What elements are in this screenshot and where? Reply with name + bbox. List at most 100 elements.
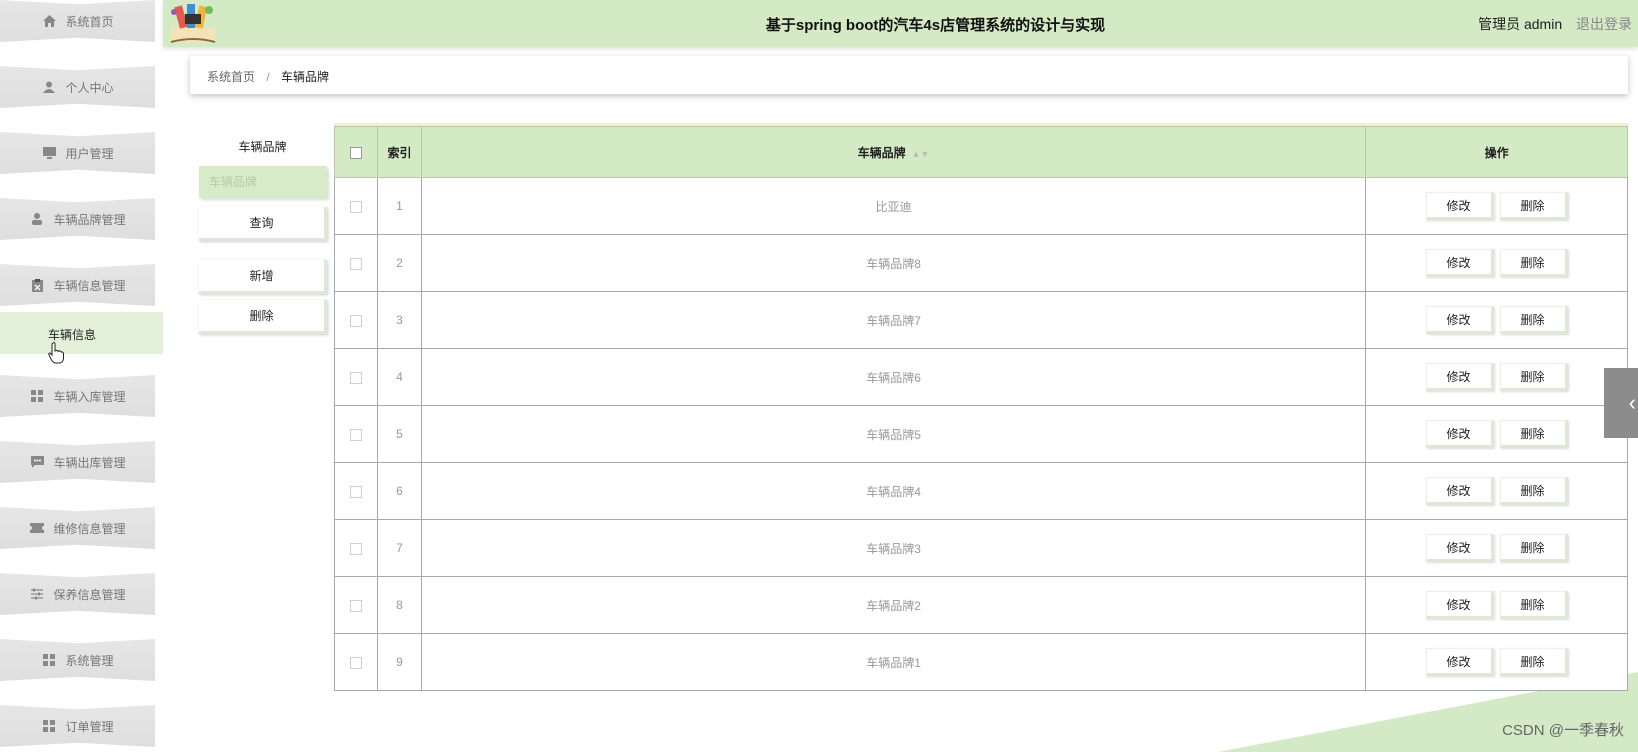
row-index: 9 — [376, 633, 422, 691]
brand-filter-label: 车辆品牌 — [238, 140, 287, 154]
sidebar-item-vehicle-info-management[interactable]: 车辆信息管理 — [0, 264, 155, 306]
row-checkbox[interactable] — [349, 542, 362, 555]
edit-button[interactable]: 修改 — [1425, 363, 1494, 391]
table-row: 5 车辆品牌5 修改 删除 — [334, 405, 1628, 463]
sidebar-item-label: 系统管理 — [65, 653, 114, 668]
table-header-row: 索引 车辆品牌 ▲▼ 操作 — [334, 126, 1628, 178]
column-header-index: 索引 — [376, 126, 422, 178]
edit-button[interactable]: 修改 — [1425, 420, 1494, 448]
sidebar-item-home[interactable]: 系统首页 — [0, 0, 155, 42]
sidebar-subitem-vehicle-info[interactable]: 车辆信息 — [0, 312, 163, 354]
column-header-brand[interactable]: 车辆品牌 ▲▼ — [420, 126, 1367, 178]
sidebar-item-profile[interactable]: 个人中心 — [0, 66, 155, 108]
sidebar-item-users[interactable]: 用户管理 — [0, 132, 155, 174]
edit-button[interactable]: 修改 — [1425, 591, 1494, 619]
delete-button[interactable]: 删除 — [1499, 306, 1568, 334]
logout-link[interactable]: 退出登录 — [1576, 16, 1632, 32]
sort-icon[interactable]: ▲▼ — [912, 149, 930, 159]
row-select-cell[interactable] — [334, 234, 378, 292]
sidebar-item-label: 车辆品牌管理 — [53, 212, 126, 227]
delete-button[interactable]: 删除 — [1499, 591, 1568, 619]
add-button[interactable]: 新增 — [199, 260, 327, 294]
clipboard-icon — [29, 278, 45, 292]
row-select-cell[interactable] — [334, 348, 378, 406]
sidebar-item-system-management[interactable]: 系统管理 — [0, 639, 155, 681]
row-checkbox[interactable] — [349, 314, 362, 327]
sidebar-item-stock-in-management[interactable]: 车辆入库管理 — [0, 375, 155, 417]
breadcrumb-home[interactable]: 系统首页 — [207, 70, 255, 84]
grid-icon — [41, 719, 57, 733]
grid-icon — [41, 653, 57, 667]
delete-button[interactable]: 删除 — [1499, 249, 1568, 277]
row-index: 3 — [376, 291, 422, 349]
sidebar-item-label: 保养信息管理 — [53, 587, 126, 602]
row-actions: 修改 删除 — [1365, 633, 1628, 691]
delete-button[interactable]: 删除 — [1499, 192, 1568, 220]
delete-button[interactable]: 删除 — [1499, 363, 1568, 391]
select-all-cell[interactable] — [334, 126, 378, 178]
brand-search-input[interactable] — [199, 166, 327, 198]
row-checkbox[interactable] — [349, 371, 362, 384]
sidebar-item-label: 个人中心 — [65, 80, 114, 95]
row-checkbox[interactable] — [349, 257, 362, 270]
table-row: 3 车辆品牌7 修改 删除 — [334, 291, 1628, 349]
sidebar-item-stock-out-management[interactable]: 车辆出库管理 — [0, 441, 155, 483]
delete-button[interactable]: 删除 — [1499, 477, 1568, 505]
row-select-cell[interactable] — [334, 576, 378, 634]
sidebar-item-label: 车辆信息管理 — [53, 278, 126, 293]
row-brand: 车辆品牌5 — [420, 405, 1367, 463]
delete-button[interactable]: 删除 — [1499, 648, 1568, 676]
sidebar-item-brand-management[interactable]: 车辆品牌管理 — [0, 198, 155, 240]
table-row: 8 车辆品牌2 修改 删除 — [334, 576, 1628, 634]
select-all-checkbox[interactable] — [349, 146, 362, 159]
table-row: 1 比亚迪 修改 删除 — [334, 177, 1628, 235]
search-button[interactable]: 查询 — [199, 207, 327, 241]
edit-button[interactable]: 修改 — [1425, 477, 1494, 505]
username: admin — [1523, 16, 1563, 32]
user-area: 管理员 admin 退出登录 — [1478, 14, 1632, 34]
row-select-cell[interactable] — [334, 519, 378, 577]
edit-button[interactable]: 修改 — [1425, 192, 1494, 220]
column-header-actions: 操作 — [1365, 126, 1628, 178]
breadcrumb: 系统首页 / 车辆品牌 — [190, 56, 1628, 94]
row-index: 7 — [376, 519, 422, 577]
sidebar-item-label: 订单管理 — [65, 719, 114, 734]
row-checkbox[interactable] — [349, 485, 362, 498]
edit-button[interactable]: 修改 — [1425, 534, 1494, 562]
delete-button[interactable]: 删除 — [1499, 534, 1568, 562]
row-index: 1 — [376, 177, 422, 235]
sidebar-item-maintenance-management[interactable]: 保养信息管理 — [0, 573, 155, 615]
collapse-panel-tab[interactable]: ‹ — [1604, 368, 1638, 438]
edit-button[interactable]: 修改 — [1425, 249, 1494, 277]
row-index: 2 — [376, 234, 422, 292]
row-brand: 车辆品牌1 — [420, 633, 1367, 691]
row-checkbox[interactable] — [349, 599, 362, 612]
bulk-delete-button[interactable]: 删除 — [199, 300, 327, 334]
row-select-cell[interactable] — [334, 177, 378, 235]
sidebar-item-repair-management[interactable]: 维修信息管理 — [0, 507, 155, 549]
row-index: 4 — [376, 348, 422, 406]
row-brand: 比亚迪 — [420, 177, 1367, 235]
edit-button[interactable]: 修改 — [1425, 648, 1494, 676]
row-checkbox[interactable] — [349, 656, 362, 669]
row-checkbox[interactable] — [349, 428, 362, 441]
row-select-cell[interactable] — [334, 633, 378, 691]
edit-button[interactable]: 修改 — [1425, 306, 1494, 334]
table-row: 6 车辆品牌4 修改 删除 — [334, 462, 1628, 520]
delete-button[interactable]: 删除 — [1499, 420, 1568, 448]
table-row: 7 车辆品牌3 修改 删除 — [334, 519, 1628, 577]
user-role: 管理员 — [1478, 16, 1521, 32]
sidebar-item-label: 车辆出库管理 — [53, 455, 126, 470]
breadcrumb-current: 车辆品牌 — [281, 70, 330, 84]
sidebar-item-order-management[interactable]: 订单管理 — [0, 705, 155, 747]
mouse-pointer-icon — [48, 342, 64, 364]
sliders-icon — [29, 587, 45, 601]
sidebar-item-label: 车辆入库管理 — [53, 389, 126, 404]
row-select-cell[interactable] — [334, 462, 378, 520]
row-select-cell[interactable] — [334, 291, 378, 349]
app-title: 基于spring boot的汽车4s店管理系统的设计与实现 — [765, 17, 1106, 34]
row-select-cell[interactable] — [334, 405, 378, 463]
column-header-brand-label: 车辆品牌 — [857, 145, 906, 160]
ticket-icon — [29, 521, 45, 535]
row-checkbox[interactable] — [349, 200, 362, 213]
